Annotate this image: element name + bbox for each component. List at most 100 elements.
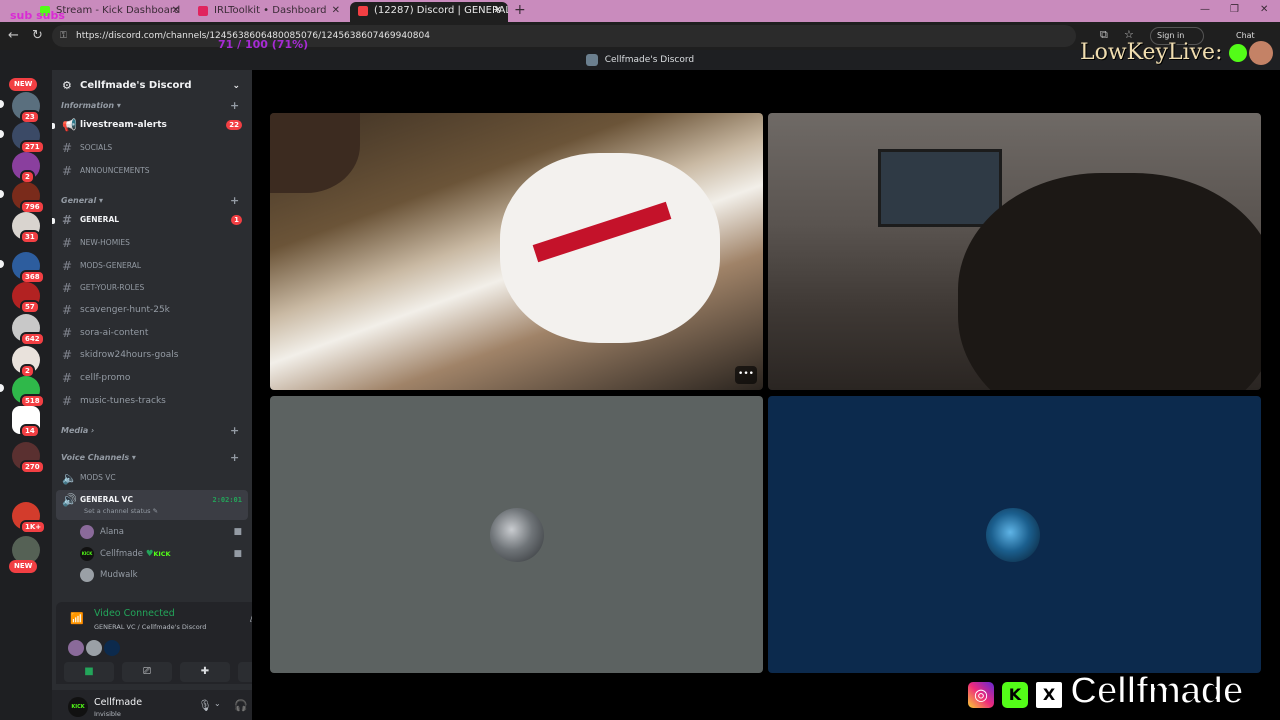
unread-indicator [52, 218, 55, 224]
channel-sora-ai-content[interactable]: # sora-ai-content [56, 323, 248, 343]
avatar [86, 640, 102, 656]
mention-badge: 57 [20, 300, 40, 314]
server-icon[interactable]: 642 [12, 314, 45, 346]
username[interactable]: Cellfmade [94, 697, 142, 708]
channel-music-tunes[interactable]: # music-tunes-tracks [56, 391, 248, 411]
overlay-lowkey-label: LowKeyLive: [1080, 40, 1274, 65]
voice-status[interactable]: Video Connected [94, 608, 175, 619]
server-icon[interactable]: 1K+ [12, 502, 47, 534]
channel-scavenger-hunt[interactable]: # scavenger-hunt-25k [56, 300, 248, 320]
maximize-icon[interactable]: ❐ [1230, 4, 1239, 15]
server-icon[interactable]: 57 [12, 282, 40, 314]
channel-new-homies[interactable]: # NEW-HOMIES [56, 233, 248, 253]
more-options-button[interactable]: ••• [735, 366, 757, 384]
headphones-icon[interactable]: 🎧 [234, 699, 248, 712]
hash-icon: # [62, 303, 73, 317]
streamer-name: Cellfmade [1069, 669, 1245, 713]
add-channel-icon[interactable]: + [230, 99, 239, 112]
participant-tile[interactable] [270, 396, 763, 673]
reload-icon[interactable]: ↻ [32, 28, 43, 43]
server-icon[interactable]: 31 [12, 212, 40, 244]
add-channel-icon[interactable]: + [230, 194, 239, 207]
close-icon[interactable]: ✕ [494, 2, 502, 20]
video-tile[interactable]: ••• [270, 113, 763, 390]
hash-icon: # [62, 326, 73, 340]
overlay-subs-text: sub subs [10, 9, 65, 22]
close-icon[interactable]: ✕ [172, 2, 180, 20]
screen-share-button[interactable]: ⎚ [122, 662, 172, 682]
channel-socials[interactable]: # SOCIALS [56, 138, 248, 158]
category-label: Information [61, 101, 115, 110]
tab-label: IRLToolkit • Dashboard [214, 5, 327, 16]
member-name: Mudwalk [100, 570, 138, 580]
channel-skidrow-goals[interactable]: # skidrow24hours-goals [56, 345, 248, 365]
server-icon[interactable]: 796 [12, 182, 45, 214]
add-channel-icon[interactable]: + [230, 424, 239, 437]
add-channel-icon[interactable]: + [230, 451, 239, 464]
server-icon[interactable]: 271 [12, 122, 45, 154]
channel-label: NEW-HOMIES [80, 238, 130, 247]
activities-button[interactable]: ✚ [180, 662, 230, 682]
irltoolkit-favicon-icon [198, 6, 208, 16]
new-tab-button[interactable]: + [514, 2, 526, 18]
url-field[interactable]: ⚿ https://discord.com/channels/124563860… [52, 25, 1076, 47]
channel-label: GENERAL [80, 215, 120, 224]
channel-mods-general[interactable]: # MODS-GENERAL [56, 256, 248, 276]
voice-member[interactable]: Mudwalk [80, 566, 248, 584]
hash-icon: # [62, 259, 73, 273]
voice-channel-path[interactable]: GENERAL VC / Cellfmade's Discord [94, 623, 206, 631]
category-label: Voice Channels [61, 453, 130, 462]
speaker-icon: 🔈 [62, 471, 77, 485]
avatar [104, 640, 120, 656]
mention-badge: 1 [231, 215, 242, 225]
server-icon[interactable]: 518 [12, 376, 45, 408]
channel-label: MODS-GENERAL [80, 261, 142, 270]
channel-label: GENERAL VC [80, 495, 133, 504]
category-general[interactable]: General ▾ + [61, 194, 239, 207]
mention-badge: 14 [20, 424, 40, 438]
channel-status-prompt[interactable]: Set a channel status ✎ [84, 506, 158, 516]
site-info-icon[interactable]: ⚿ [60, 25, 67, 47]
channel-label: scavenger-hunt-25k [80, 305, 170, 315]
server-icon[interactable]: 368 [12, 252, 45, 284]
overlay-lowkey-text: LowKeyLive: [1080, 40, 1223, 65]
voice-member[interactable]: KICK Cellfmade ♥KICK ■ [80, 545, 248, 563]
avatar[interactable]: KICK [68, 697, 88, 717]
server-icon[interactable]: 270 [12, 442, 45, 474]
participant-tile[interactable] [768, 396, 1261, 673]
close-icon[interactable]: ✕ [332, 2, 340, 20]
microphone-icon[interactable]: 🎙 [198, 699, 212, 712]
channel-general[interactable]: # GENERAL 1 [52, 210, 248, 230]
server-header[interactable]: ⚙ Cellfmade's Discord ⌄ [52, 70, 252, 102]
channel-get-your-roles[interactable]: # GET-YOUR-ROLES [56, 278, 248, 298]
channel-cellf-promo[interactable]: # cellf-promo [56, 368, 248, 388]
server-icon[interactable]: 14 [12, 406, 40, 438]
category-voice-channels[interactable]: Voice Channels ▾ + [61, 451, 239, 464]
avatar [80, 568, 94, 582]
server-icon[interactable]: 2 [12, 152, 40, 184]
channel-announcements[interactable]: # ANNOUNCEMENTS [56, 161, 248, 181]
category-media[interactable]: Media › + [61, 424, 239, 437]
server-icon[interactable]: 23 [12, 92, 40, 124]
mention-badge: 642 [20, 332, 45, 346]
tab-irltoolkit[interactable]: IRLToolkit • Dashboard ✕ [190, 2, 346, 22]
signal-icon[interactable]: 📶 [70, 612, 84, 625]
server-icon[interactable]: 2 [12, 346, 40, 378]
chevron-down-icon[interactable]: ⌄ [214, 699, 221, 708]
tab-discord[interactable]: (12287) Discord | GENERAL VC ✕ [350, 2, 508, 22]
mention-badge: 1K+ [20, 520, 47, 534]
channel-livestream-alerts[interactable]: 📢 livestream-alerts 22 [52, 115, 248, 135]
category-information[interactable]: Information ▾ + [61, 99, 239, 112]
close-window-icon[interactable]: ✕ [1260, 4, 1268, 15]
channel-general-vc[interactable]: 🔊 GENERAL VC 2:02:01 Set a channel statu… [56, 490, 248, 520]
channel-mods-vc[interactable]: 🔈 MODS VC [56, 468, 248, 488]
server-name: Cellfmade's Discord [80, 80, 192, 91]
back-icon[interactable]: ← [8, 28, 19, 43]
minimize-icon[interactable]: — [1200, 4, 1210, 15]
voice-member[interactable]: Alana ■ [80, 523, 248, 541]
video-stage: ••• [252, 70, 1280, 720]
camera-icon: ■ [233, 527, 242, 537]
video-tile[interactable] [768, 113, 1261, 390]
instagram-icon: ◎ [966, 680, 996, 710]
camera-button[interactable]: ■ [64, 662, 114, 682]
